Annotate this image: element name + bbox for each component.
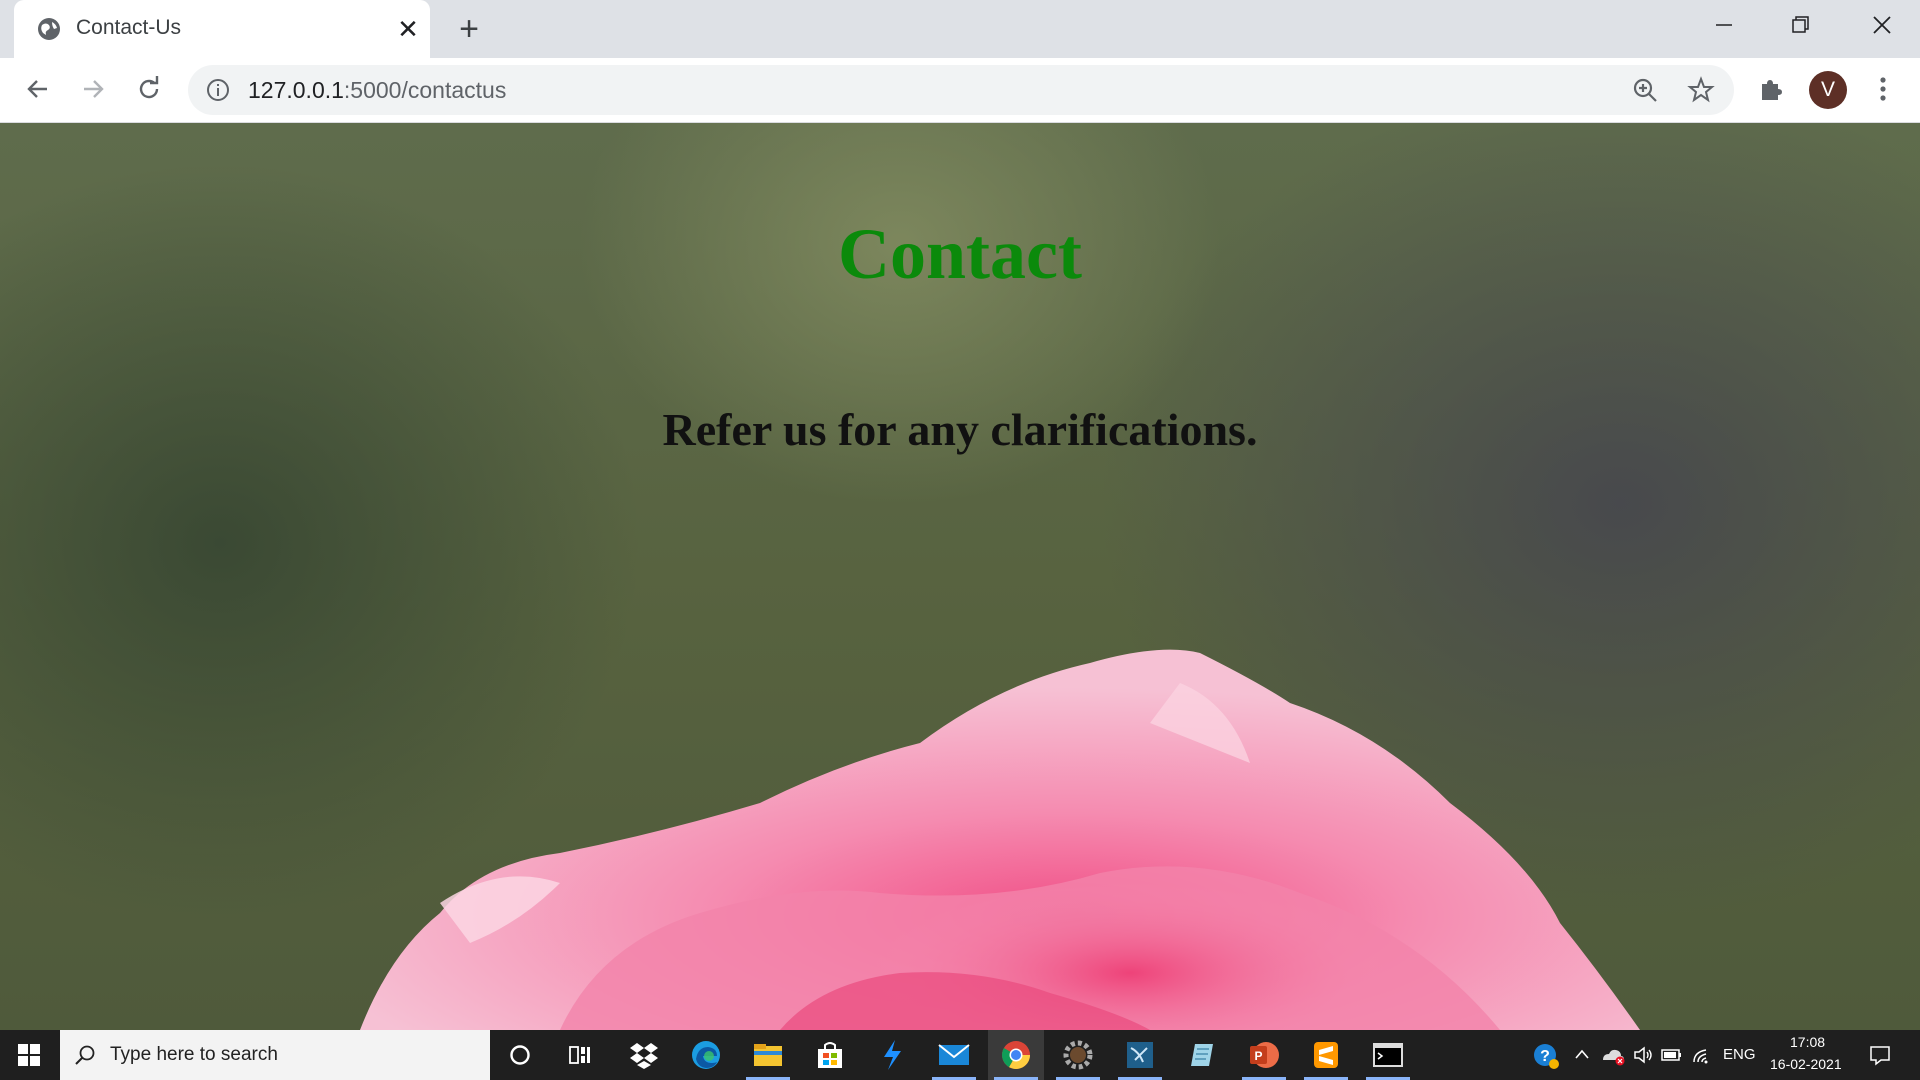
sublime-text-icon[interactable] xyxy=(1298,1030,1354,1080)
browser-toolbar: 127.0.0.1:5000/contactus V xyxy=(0,58,1920,123)
new-tab-button[interactable]: + xyxy=(452,12,486,46)
reload-icon[interactable] xyxy=(132,72,166,106)
volume-icon[interactable] xyxy=(1632,1044,1654,1066)
edge-icon[interactable] xyxy=(678,1030,734,1080)
taskbar-search-box[interactable]: Type here to search xyxy=(60,1030,490,1080)
cortana-icon[interactable] xyxy=(492,1030,548,1080)
task-view-icon[interactable] xyxy=(552,1030,608,1080)
zoom-icon[interactable] xyxy=(1632,77,1658,103)
dropbox-icon[interactable] xyxy=(616,1030,672,1080)
windows-start-icon[interactable] xyxy=(0,1030,58,1080)
tab-contact-us[interactable]: Contact-Us ✕ xyxy=(14,0,430,58)
language-indicator[interactable]: ENG xyxy=(1723,1046,1756,1063)
search-icon xyxy=(75,1045,95,1065)
settings-app-icon[interactable] xyxy=(1050,1030,1106,1080)
clock-time[interactable]: 17:08 xyxy=(1790,1034,1825,1050)
page-viewport: Contact Refer us for any clarifications. xyxy=(0,123,1920,1030)
globe-icon xyxy=(38,18,60,40)
back-arrow-icon[interactable] xyxy=(21,72,55,106)
tab-title: Contact-Us xyxy=(76,16,182,39)
menu-kebab-icon[interactable] xyxy=(1866,72,1900,106)
bookmark-star-icon[interactable] xyxy=(1687,76,1715,104)
url-text: 127.0.0.1:5000/contactus xyxy=(248,77,506,104)
svg-text:P: P xyxy=(1254,1049,1262,1063)
profile-avatar[interactable]: V xyxy=(1809,71,1847,109)
svg-text:?: ? xyxy=(1540,1048,1550,1065)
page-subheading: Refer us for any clarifications. xyxy=(662,404,1258,455)
chrome-icon[interactable] xyxy=(988,1030,1044,1080)
file-explorer-icon[interactable] xyxy=(740,1030,796,1080)
forward-arrow-icon[interactable] xyxy=(76,72,110,106)
mail-icon[interactable] xyxy=(926,1030,982,1080)
extensions-puzzle-icon[interactable] xyxy=(1754,72,1788,106)
page-heading: Contact xyxy=(838,214,1082,294)
terminal-icon[interactable] xyxy=(1360,1030,1416,1080)
wifi-icon[interactable] xyxy=(1690,1044,1712,1066)
url-path: :5000/contactus xyxy=(343,77,507,103)
clock-date[interactable]: 16-02-2021 xyxy=(1770,1056,1842,1072)
window-close-icon[interactable] xyxy=(1862,10,1902,40)
chevron-up-icon[interactable] xyxy=(1574,1048,1590,1060)
notifications-icon[interactable] xyxy=(1868,1043,1892,1067)
windows-taskbar: Type here to search P ? ENG 17:08 16-02-… xyxy=(0,1030,1920,1080)
onedrive-error-icon[interactable] xyxy=(1600,1044,1626,1066)
site-info-icon[interactable] xyxy=(206,78,230,102)
tab-close-icon[interactable]: ✕ xyxy=(394,15,422,43)
url-host: 127.0.0.1 xyxy=(248,77,344,103)
powerpoint-icon[interactable]: P xyxy=(1236,1030,1292,1080)
sql-tool-icon[interactable] xyxy=(1112,1030,1168,1080)
search-placeholder: Type here to search xyxy=(110,1044,278,1065)
battery-icon[interactable] xyxy=(1660,1046,1684,1064)
azure-data-studio-icon[interactable] xyxy=(864,1030,920,1080)
notepad-app-icon[interactable] xyxy=(1174,1030,1230,1080)
help-icon[interactable]: ? xyxy=(1532,1042,1560,1070)
minimize-icon[interactable] xyxy=(1704,10,1744,40)
tab-strip: Contact-Us ✕ + xyxy=(0,0,1920,58)
restore-icon[interactable] xyxy=(1780,10,1820,40)
address-bar[interactable]: 127.0.0.1:5000/contactus xyxy=(188,65,1734,115)
store-icon[interactable] xyxy=(802,1030,858,1080)
